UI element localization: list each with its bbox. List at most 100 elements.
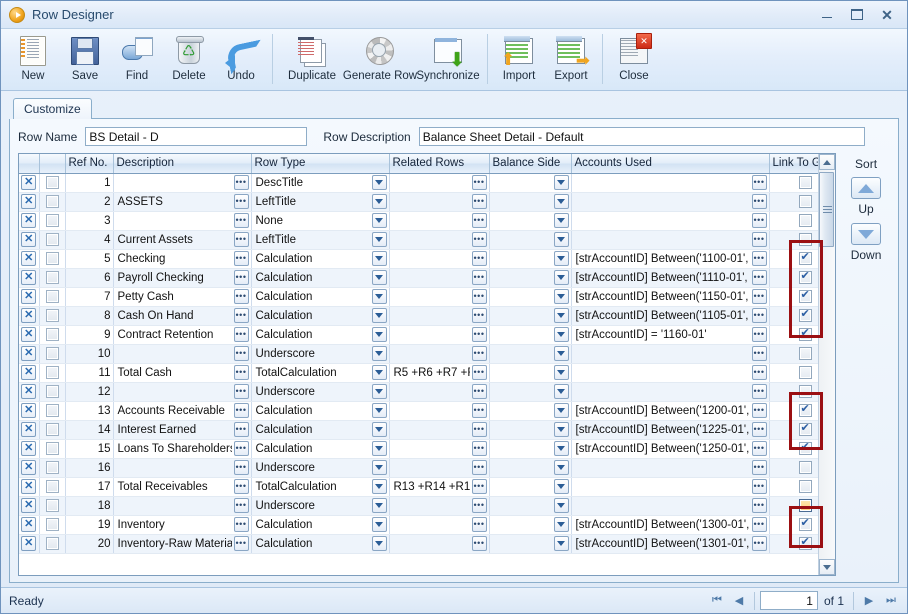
balance-side-dropdown-button[interactable] <box>553 422 569 437</box>
row-delete-button[interactable]: ✕ <box>21 213 37 228</box>
balance-side-dropdown-button[interactable] <box>553 365 569 380</box>
cell-accounts-used[interactable]: ••• <box>571 230 770 250</box>
balance-side-dropdown-button[interactable] <box>553 536 569 551</box>
related-rows-ellipsis-button[interactable]: ••• <box>471 251 487 266</box>
cell-balance-side[interactable] <box>489 325 572 345</box>
cell-link-to-gl[interactable] <box>769 192 819 212</box>
toolbar-duplicate-button[interactable]: Duplicate <box>278 32 346 88</box>
accounts-used-ellipsis-button[interactable]: ••• <box>751 327 767 342</box>
accounts-used-ellipsis-button[interactable]: ••• <box>751 346 767 361</box>
table-row[interactable]: ✕ 20 Inventory-Raw Materials ••• Calculation… <box>19 534 819 554</box>
cell-accounts-used[interactable]: ••• <box>571 363 770 383</box>
cell-ref-no[interactable]: 20 <box>65 534 114 554</box>
row-select-checkbox[interactable] <box>45 309 59 322</box>
row-type-dropdown-button[interactable] <box>371 422 387 437</box>
cell-link-to-gl[interactable] <box>769 515 819 535</box>
cell-ref-no[interactable]: 11 <box>65 363 114 383</box>
row-delete-button[interactable]: ✕ <box>21 403 37 418</box>
row-select-checkbox[interactable] <box>45 214 59 227</box>
link-to-gl-checkbox[interactable] <box>798 536 812 550</box>
cell-accounts-used[interactable]: ••• <box>571 211 770 231</box>
table-row[interactable]: ✕ 4 Current Assets ••• LeftTitle ••• ••• <box>19 230 819 250</box>
row-delete-button[interactable]: ✕ <box>21 175 37 190</box>
row-select-cell[interactable] <box>39 306 66 326</box>
cell-accounts-used[interactable]: ••• <box>571 382 770 402</box>
cell-row-type[interactable]: Calculation <box>251 515 390 535</box>
related-rows-ellipsis-button[interactable]: ••• <box>471 498 487 513</box>
row-delete-cell[interactable]: ✕ <box>19 515 40 535</box>
sort-up-button[interactable] <box>851 177 882 199</box>
table-row[interactable]: ✕ 1 ••• DescTitle ••• ••• <box>19 173 819 193</box>
description-ellipsis-button[interactable]: ••• <box>233 403 249 418</box>
cell-related-rows[interactable]: ••• <box>389 306 490 326</box>
cell-balance-side[interactable] <box>489 306 572 326</box>
table-row[interactable]: ✕ 18 ••• Underscore ••• ••• <box>19 496 819 516</box>
cell-row-type[interactable]: TotalCalculation <box>251 477 390 497</box>
col-header-balance-side[interactable]: Balance Side <box>489 154 572 174</box>
grid-vertical-scrollbar[interactable] <box>818 154 836 575</box>
related-rows-ellipsis-button[interactable]: ••• <box>471 232 487 247</box>
balance-side-dropdown-button[interactable] <box>553 251 569 266</box>
row-delete-cell[interactable]: ✕ <box>19 192 40 212</box>
scrollbar-thumb[interactable] <box>819 172 835 247</box>
row-select-cell[interactable] <box>39 287 66 307</box>
table-row[interactable]: ✕ 19 Inventory ••• Calculation ••• [strAccount… <box>19 515 819 535</box>
cell-row-type[interactable]: LeftTitle <box>251 230 390 250</box>
description-ellipsis-button[interactable]: ••• <box>233 498 249 513</box>
row-select-checkbox[interactable] <box>45 328 59 341</box>
balance-side-dropdown-button[interactable] <box>553 213 569 228</box>
row-select-checkbox[interactable] <box>45 195 59 208</box>
row-delete-cell[interactable]: ✕ <box>19 496 40 516</box>
cell-accounts-used[interactable]: ••• <box>571 173 770 193</box>
row-select-cell[interactable] <box>39 268 66 288</box>
cell-related-rows[interactable]: ••• <box>389 173 490 193</box>
cell-related-rows[interactable]: ••• <box>389 420 490 440</box>
cell-row-type[interactable]: Calculation <box>251 325 390 345</box>
cell-accounts-used[interactable]: [strAccountID] = '1160-01' ••• <box>571 325 770 345</box>
row-type-dropdown-button[interactable] <box>371 365 387 380</box>
cell-description[interactable]: Total Cash ••• <box>113 363 252 383</box>
cell-balance-side[interactable] <box>489 287 572 307</box>
row-description-input[interactable] <box>418 127 865 146</box>
cell-description[interactable]: ••• <box>113 344 252 364</box>
row-select-cell[interactable] <box>39 344 66 364</box>
row-delete-button[interactable]: ✕ <box>21 422 37 437</box>
table-row[interactable]: ✕ 6 Payroll Checking ••• Calculation ••• [strA… <box>19 268 819 288</box>
description-ellipsis-button[interactable]: ••• <box>233 289 249 304</box>
col-header-accounts-used[interactable]: Accounts Used <box>571 154 770 174</box>
cell-description[interactable]: Current Assets ••• <box>113 230 252 250</box>
cell-related-rows[interactable]: ••• <box>389 496 490 516</box>
cell-balance-side[interactable] <box>489 363 572 383</box>
close-button[interactable]: ✕ <box>873 5 901 25</box>
cell-related-rows[interactable]: ••• <box>389 249 490 269</box>
cell-accounts-used[interactable]: ••• <box>571 496 770 516</box>
balance-side-dropdown-button[interactable] <box>553 308 569 323</box>
cell-related-rows[interactable]: ••• <box>389 325 490 345</box>
row-select-cell[interactable] <box>39 192 66 212</box>
link-to-gl-checkbox[interactable] <box>798 403 812 417</box>
row-select-checkbox[interactable] <box>45 233 59 246</box>
row-select-cell[interactable] <box>39 363 66 383</box>
cell-balance-side[interactable] <box>489 249 572 269</box>
cell-accounts-used[interactable]: [strAccountID] Between('1100-01', '11 ••• <box>571 249 770 269</box>
row-select-checkbox[interactable] <box>45 271 59 284</box>
col-header-ref-no[interactable]: Ref No. <box>65 154 114 174</box>
cell-accounts-used[interactable]: ••• <box>571 192 770 212</box>
cell-accounts-used[interactable]: ••• <box>571 344 770 364</box>
cell-ref-no[interactable]: 19 <box>65 515 114 535</box>
row-delete-cell[interactable]: ✕ <box>19 477 40 497</box>
cell-row-type[interactable]: Calculation <box>251 534 390 554</box>
row-type-dropdown-button[interactable] <box>371 251 387 266</box>
cell-accounts-used[interactable]: [strAccountID] Between('1105-01', '11 ••• <box>571 306 770 326</box>
related-rows-ellipsis-button[interactable]: ••• <box>471 441 487 456</box>
row-type-dropdown-button[interactable] <box>371 289 387 304</box>
previous-page-button[interactable]: ◀ <box>729 591 749 611</box>
row-delete-button[interactable]: ✕ <box>21 365 37 380</box>
row-type-dropdown-button[interactable] <box>371 213 387 228</box>
row-select-checkbox[interactable] <box>45 442 59 455</box>
cell-balance-side[interactable] <box>489 268 572 288</box>
table-row[interactable]: ✕ 16 ••• Underscore ••• ••• <box>19 458 819 478</box>
link-to-gl-checkbox[interactable] <box>798 270 812 284</box>
toolbar-synchronize-button[interactable]: Synchronize <box>414 32 482 88</box>
cell-balance-side[interactable] <box>489 458 572 478</box>
